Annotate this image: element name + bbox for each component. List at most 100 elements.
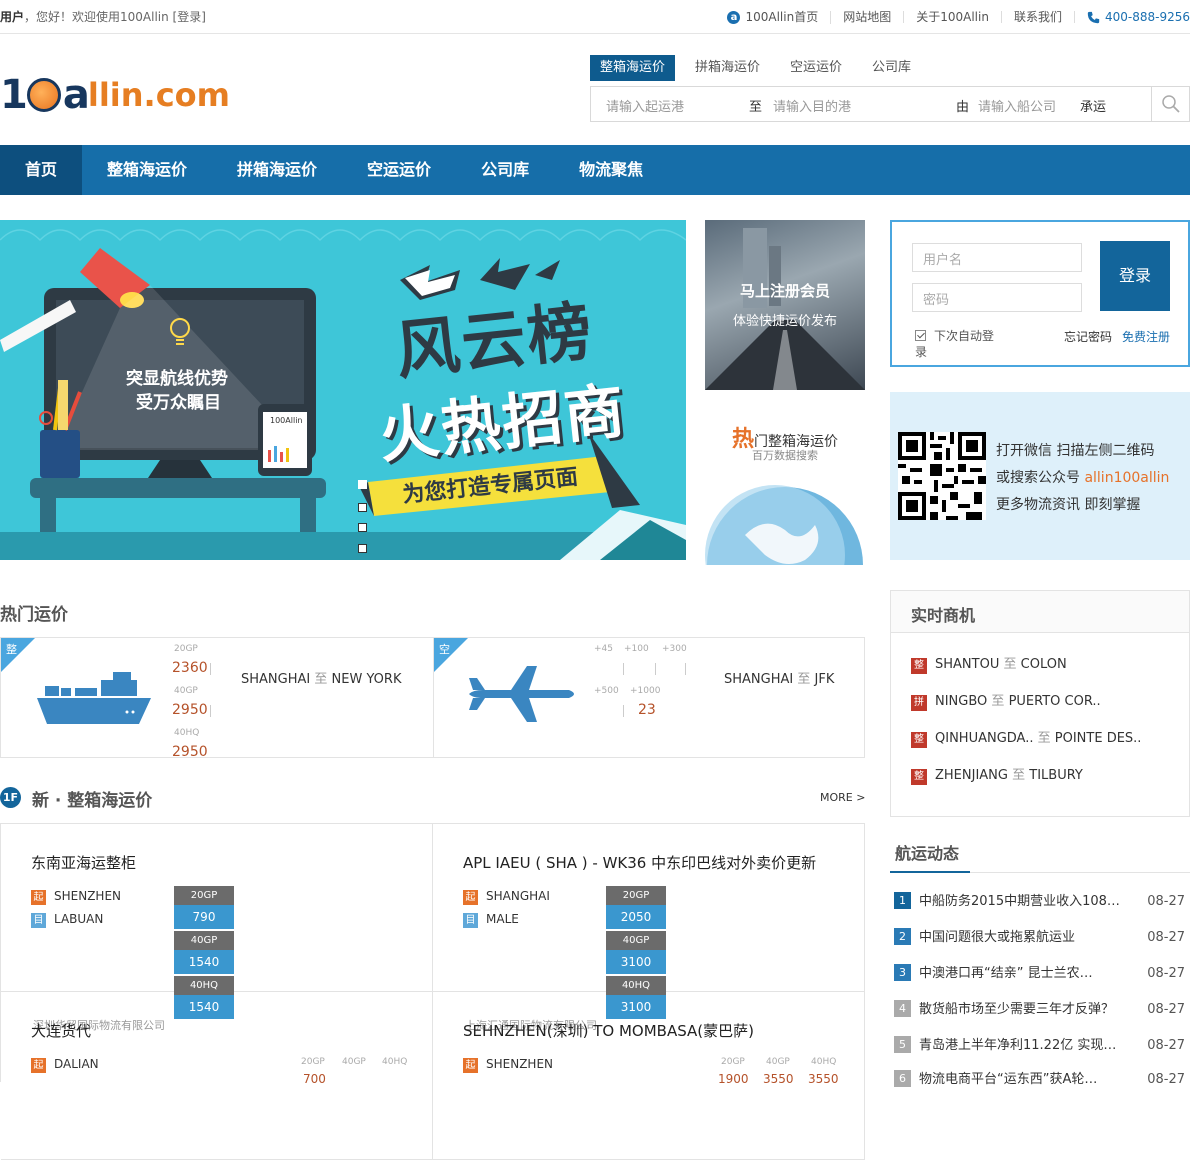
news-date: 08-27 xyxy=(1147,894,1185,909)
air-label-100: +100 xyxy=(624,644,649,654)
login-button[interactable]: 登录 xyxy=(1100,241,1170,311)
price-value: 3550 xyxy=(808,1072,839,1086)
greeting-text[interactable]: ，您好！欢迎使用100Allin [登录] xyxy=(24,10,206,24)
fcl-card-title: APL IAEU ( SHA ) - WK36 中东印巴线对外卖价更新 xyxy=(463,854,817,872)
realtime-to: 至 xyxy=(1012,768,1026,783)
nav-lcl[interactable]: 拼箱海运价 xyxy=(212,145,342,195)
news-date: 08-27 xyxy=(1147,1002,1185,1017)
realtime-item[interactable]: 整 SHANTOU 至 COLON xyxy=(911,653,1067,674)
wechat-panel: 打开微信 扫描左侧二维码 或搜索公众号 allin100allin 更多物流资讯… xyxy=(890,392,1190,560)
fcl-card-dest: 目 MALE xyxy=(463,912,519,928)
site-logo[interactable]: 1 a llin.com xyxy=(0,72,230,118)
price-label: 40GP xyxy=(174,931,234,950)
realtime-tag: 整 xyxy=(911,732,927,748)
top-nav: a 100Allin首页 网站地图 关于100Allin 联系我们 400-888… xyxy=(715,0,1190,34)
dest-port-input[interactable]: 请输入目的港 xyxy=(773,96,851,115)
top-link-contact[interactable]: 联系我们 xyxy=(1002,11,1075,23)
fcl-card[interactable]: APL IAEU ( SHA ) - WK36 中东印巴线对外卖价更新 起 SHA… xyxy=(433,824,865,1019)
nav-company[interactable]: 公司库 xyxy=(456,145,554,195)
more-link[interactable]: MORE > xyxy=(820,791,865,804)
nav-logistics[interactable]: 物流聚焦 xyxy=(554,145,668,195)
search-tab-air[interactable]: 空运运价 xyxy=(780,55,852,81)
air-bar-3 xyxy=(685,663,686,675)
search-tabs: 整箱海运价 拼箱海运价 空运运价 公司库 xyxy=(590,55,931,81)
search-tab-company[interactable]: 公司库 xyxy=(862,55,921,81)
banner-dot-2[interactable] xyxy=(358,503,367,512)
origin-port-input[interactable]: 请输入起运港 xyxy=(606,96,684,115)
banner-screen-line-1: 突显航线优势 xyxy=(126,369,228,389)
top-link-home-label: 100Allin首页 xyxy=(745,10,819,24)
origin-port: SHENZHEN xyxy=(486,1057,554,1071)
news-item[interactable]: 4 散货船市场至少需要三年才反弹？ 08-27 xyxy=(894,1000,1190,1020)
news-item[interactable]: 3 中澳港口再“结亲” 昆士兰农… 08-27 xyxy=(894,964,1190,984)
fcl-card[interactable]: 深圳华贸国际物流有限公司 大连货代 起 DALIAN 20GP 40GP 40HQ… xyxy=(1,992,433,1160)
realtime-tag: 整 xyxy=(911,769,927,785)
hot-fcl-promo[interactable]: 热门整箱海运价 百万数据搜索 xyxy=(705,405,865,565)
search-carrier-suffix: 承运 xyxy=(1080,100,1107,115)
fcl-grid: 东南亚海运整柜 起 SHENZHEN 目 LABUAN 20GP 790 40GP … xyxy=(0,823,865,1160)
username-input[interactable]: 用户名 xyxy=(912,243,1082,272)
realtime-from: NINGBO xyxy=(935,694,988,709)
realtime-item[interactable]: 整 ZHENJIANG 至 TILBURY xyxy=(911,764,1083,785)
news-text: 中澳港口再“结亲” 昆士兰农… xyxy=(919,966,1093,981)
phone-number: 400-888-9256 xyxy=(1104,10,1190,24)
origin-tag: 起 xyxy=(31,1058,46,1073)
top-link-home[interactable]: a 100Allin首页 xyxy=(715,10,832,24)
dest-tag: 目 xyxy=(31,913,46,928)
news-text: 青岛港上半年净利11.22亿 实现… xyxy=(919,1038,1117,1053)
password-input[interactable]: 密码 xyxy=(912,283,1082,312)
forget-password-link[interactable]: 忘记密码 xyxy=(1064,328,1112,345)
news-rank: 3 xyxy=(894,964,911,981)
fcl-card[interactable]: 上海汇通国际物流有限公司 SEHNZHEN(深圳) TO MOMBASA(蒙巴萨… xyxy=(433,992,865,1160)
auto-login[interactable]: 下次自动登录 xyxy=(915,328,1005,360)
top-link-sitemap[interactable]: 网站地图 xyxy=(831,11,905,23)
fcl-card-title: SEHNZHEN(深圳) TO MOMBASA(蒙巴萨) xyxy=(463,1022,754,1040)
news-rank: 4 xyxy=(894,1000,911,1017)
wechat-line-2-text: 或搜索公众号 xyxy=(996,470,1085,486)
air-tag: 空 xyxy=(439,643,450,656)
news-item[interactable]: 1 中船防务2015中期营业收入108… 08-27 xyxy=(894,892,1190,912)
banner-dot-1[interactable] xyxy=(358,480,367,489)
price-label: 40GP xyxy=(342,1057,366,1067)
air-bar-2 xyxy=(655,663,656,675)
plane-icon xyxy=(469,666,574,722)
price-value: 790 xyxy=(174,905,234,929)
air-route[interactable]: SHANGHAI 至 JFK xyxy=(724,668,834,687)
nav-home[interactable]: 首页 xyxy=(0,145,83,195)
banner-dot-3[interactable] xyxy=(358,523,367,532)
auto-login-label: 下次自动登录 xyxy=(915,329,995,359)
fcl-card[interactable]: 东南亚海运整柜 起 SHENZHEN 目 LABUAN 20GP 790 40GP … xyxy=(1,824,433,1019)
search-tab-lcl[interactable]: 拼箱海运价 xyxy=(685,55,770,81)
news-item[interactable]: 2 中国问题很大或拖累航运业 08-27 xyxy=(894,928,1190,948)
search-button[interactable] xyxy=(1151,87,1189,121)
realtime-item[interactable]: 拼 NINGBO 至 PUERTO COR.. xyxy=(911,690,1101,711)
news-item[interactable]: 5 青岛港上半年净利11.22亿 实现… 08-27 xyxy=(894,1036,1190,1056)
wechat-line-3: 更多物流资讯 即刻掌握 xyxy=(996,497,1141,513)
hero-banner[interactable]: 风云榜 火热招商 为您打造专属页面 突显航线优势 受万众瞩目 100Allin xyxy=(0,220,686,560)
auto-login-checkbox[interactable] xyxy=(915,330,926,341)
sea-route[interactable]: SHANGHAI 至 NEW YORK xyxy=(241,668,401,687)
top-link-about[interactable]: 关于100Allin xyxy=(904,11,1002,23)
nav-fcl[interactable]: 整箱海运价 xyxy=(82,145,212,195)
search-box: 请输入起运港 至 请输入目的港 由 请输入船公司 承运 xyxy=(590,86,1190,122)
login-panel: 用户名 密码 登录 下次自动登录 忘记密码 免费注册 xyxy=(890,220,1190,367)
search-tab-fcl[interactable]: 整箱海运价 xyxy=(590,55,676,81)
news-item[interactable]: 6 物流电商平台“运东西”获A轮… 08-27 xyxy=(894,1070,1190,1090)
ship-icon xyxy=(37,672,151,724)
top-phone[interactable]: 400-888-9256 xyxy=(1075,11,1190,24)
wechat-line-2: 或搜索公众号 allin100allin xyxy=(996,467,1169,487)
price-value: 3550 xyxy=(763,1072,794,1086)
news-title: 航运动态 xyxy=(895,844,960,863)
banner-dot-4[interactable] xyxy=(358,544,367,553)
fcl-card-dest: 目 LABUAN xyxy=(31,912,103,928)
news-rank: 2 xyxy=(894,928,911,945)
register-link[interactable]: 免费注册 xyxy=(1122,328,1170,345)
sea-label-20gp: 20GP xyxy=(174,644,198,654)
sea-price-40hq: 2950 xyxy=(172,744,208,760)
realtime-item[interactable]: 整 QINHUANGDA.. 至 POINTE DES.. xyxy=(911,727,1141,748)
floor-badge: 1F xyxy=(0,787,21,808)
carrier-input[interactable]: 请输入船公司 xyxy=(978,96,1056,115)
air-to: 至 xyxy=(797,672,811,687)
register-promo[interactable]: 马上注册会员 体验快捷运价发布 xyxy=(705,220,865,390)
nav-air[interactable]: 空运运价 xyxy=(342,145,456,195)
